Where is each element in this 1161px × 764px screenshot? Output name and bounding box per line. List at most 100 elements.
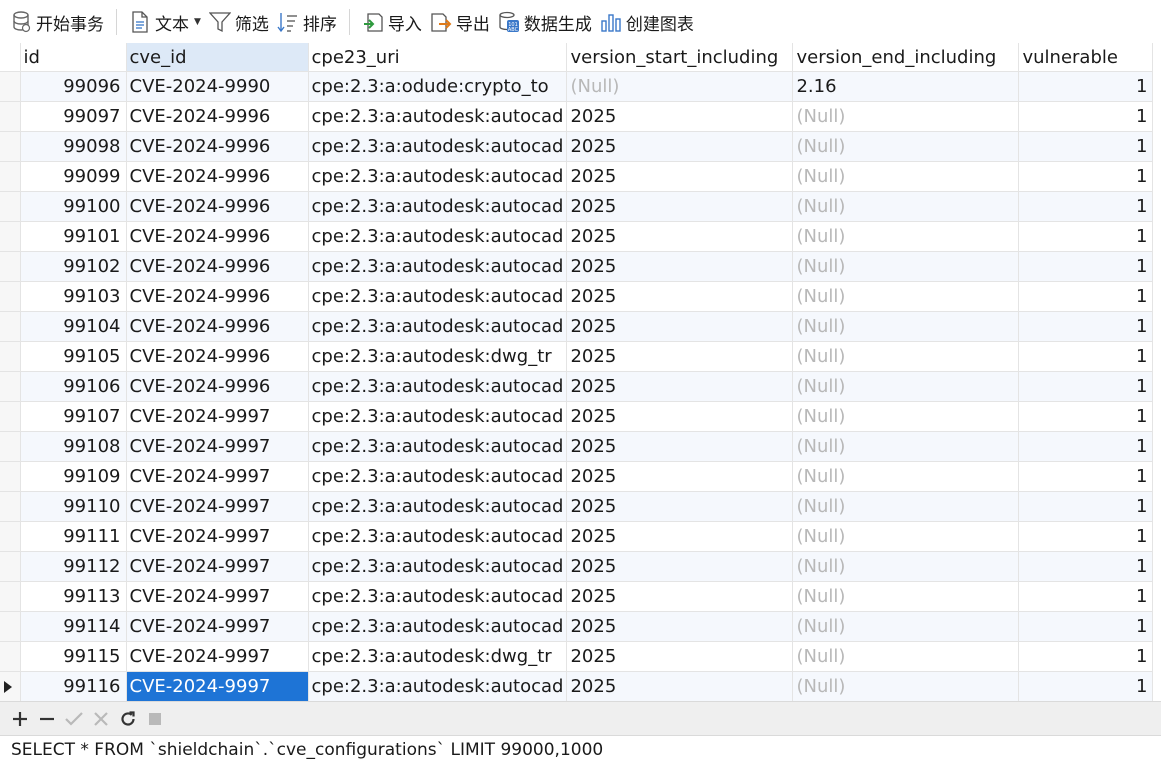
cell-version-end-including[interactable]: (Null) bbox=[792, 611, 1020, 642]
cell-cve-id[interactable]: CVE-2024-9996 bbox=[126, 191, 309, 222]
cell-cve-id[interactable]: CVE-2024-9996 bbox=[126, 341, 309, 372]
sort-button[interactable]: 排序 bbox=[273, 0, 341, 44]
cell-version-start-including[interactable]: 2025 bbox=[566, 551, 794, 582]
cell-version-end-including[interactable]: (Null) bbox=[792, 281, 1020, 312]
table-row[interactable]: 99103 CVE-2024-9996 cpe:2.3:a:autodesk:aut… bbox=[0, 281, 1154, 312]
cell-id[interactable]: 99109 bbox=[20, 461, 127, 492]
cell-cpe23-uri[interactable]: cpe:2.3:a:autodesk:autocad bbox=[308, 671, 568, 701]
row-marker[interactable] bbox=[0, 191, 21, 222]
cell-version-end-including[interactable]: (Null) bbox=[792, 641, 1020, 672]
cell-id[interactable]: 99100 bbox=[20, 191, 127, 222]
cell-cve-id[interactable]: CVE-2024-9996 bbox=[126, 371, 309, 402]
table-row[interactable]: 99115 CVE-2024-9997 cpe:2.3:a:autodesk:dwg… bbox=[0, 641, 1154, 672]
discard-changes-icon[interactable] bbox=[87, 704, 114, 734]
cell-version-end-including[interactable]: (Null) bbox=[792, 371, 1020, 402]
row-marker[interactable] bbox=[0, 671, 21, 701]
cell-version-end-including[interactable]: (Null) bbox=[792, 311, 1020, 342]
cell-cve-id[interactable]: CVE-2024-9996 bbox=[126, 311, 309, 342]
cell-version-end-including[interactable]: (Null) bbox=[792, 101, 1020, 132]
cell-cpe23-uri[interactable]: cpe:2.3:a:odude:crypto_to bbox=[308, 71, 568, 102]
cell-cpe23-uri[interactable]: cpe:2.3:a:autodesk:autocad bbox=[308, 101, 568, 132]
cell-id[interactable]: 99110 bbox=[20, 491, 127, 522]
row-marker[interactable] bbox=[0, 431, 21, 462]
table-row[interactable]: 99111 CVE-2024-9997 cpe:2.3:a:autodesk:aut… bbox=[0, 521, 1154, 552]
cell-vulnerable[interactable]: 1 bbox=[1018, 161, 1154, 192]
cell-cpe23-uri[interactable]: cpe:2.3:a:autodesk:autocad bbox=[308, 221, 568, 252]
cell-cve-id[interactable]: CVE-2024-9997 bbox=[126, 461, 309, 492]
row-marker[interactable] bbox=[0, 581, 21, 612]
cell-cpe23-uri[interactable]: cpe:2.3:a:autodesk:autocad bbox=[308, 611, 568, 642]
row-marker[interactable] bbox=[0, 461, 21, 492]
cell-version-start-including[interactable]: 2025 bbox=[566, 461, 794, 492]
cell-id[interactable]: 99097 bbox=[20, 101, 127, 132]
cell-cpe23-uri[interactable]: cpe:2.3:a:autodesk:autocad bbox=[308, 581, 568, 612]
table-row[interactable]: 99105 CVE-2024-9996 cpe:2.3:a:autodesk:dwg… bbox=[0, 341, 1154, 372]
cell-version-end-including[interactable]: (Null) bbox=[792, 521, 1020, 552]
table-row[interactable]: 99116 CVE-2024-9997 cpe:2.3:a:autodesk:aut… bbox=[0, 671, 1154, 701]
cell-version-start-including[interactable]: 2025 bbox=[566, 101, 794, 132]
table-row[interactable]: 99109 CVE-2024-9997 cpe:2.3:a:autodesk:aut… bbox=[0, 461, 1154, 492]
filter-button[interactable]: 筛选 bbox=[205, 0, 273, 44]
row-marker[interactable] bbox=[0, 251, 21, 282]
cell-cve-id[interactable]: CVE-2024-9997 bbox=[126, 491, 309, 522]
row-marker[interactable] bbox=[0, 101, 21, 132]
cell-version-end-including[interactable]: (Null) bbox=[792, 161, 1020, 192]
cell-version-start-including[interactable]: (Null) bbox=[566, 71, 794, 102]
cell-vulnerable[interactable]: 1 bbox=[1018, 521, 1154, 552]
table-row[interactable]: 99097 CVE-2024-9996 cpe:2.3:a:autodesk:aut… bbox=[0, 101, 1154, 132]
cell-vulnerable[interactable]: 1 bbox=[1018, 281, 1154, 312]
column-header-vulnerable[interactable]: vulnerable bbox=[1018, 43, 1154, 72]
row-marker[interactable] bbox=[0, 161, 21, 192]
cell-cve-id[interactable]: CVE-2024-9997 bbox=[126, 641, 309, 672]
cell-cve-id[interactable]: CVE-2024-9996 bbox=[126, 101, 309, 132]
table-row[interactable]: 99096 CVE-2024-9990 cpe:2.3:a:odude:crypto… bbox=[0, 71, 1154, 102]
apply-changes-icon[interactable] bbox=[60, 704, 87, 734]
cell-version-start-including[interactable]: 2025 bbox=[566, 281, 794, 312]
cell-cve-id[interactable]: CVE-2024-9996 bbox=[126, 251, 309, 282]
row-marker[interactable] bbox=[0, 611, 21, 642]
cell-cpe23-uri[interactable]: cpe:2.3:a:autodesk:autocad bbox=[308, 521, 568, 552]
export-button[interactable]: 导出 bbox=[426, 0, 494, 44]
cell-version-start-including[interactable]: 2025 bbox=[566, 311, 794, 342]
cell-version-end-including[interactable]: (Null) bbox=[792, 551, 1020, 582]
cell-id[interactable]: 99112 bbox=[20, 551, 127, 582]
cell-version-start-including[interactable]: 2025 bbox=[566, 641, 794, 672]
table-row[interactable]: 99106 CVE-2024-9996 cpe:2.3:a:autodesk:aut… bbox=[0, 371, 1154, 402]
cell-version-end-including[interactable]: (Null) bbox=[792, 401, 1020, 432]
cell-version-end-including[interactable]: (Null) bbox=[792, 431, 1020, 462]
cell-cpe23-uri[interactable]: cpe:2.3:a:autodesk:autocad bbox=[308, 161, 568, 192]
cell-cve-id[interactable]: CVE-2024-9996 bbox=[126, 221, 309, 252]
cell-id[interactable]: 99113 bbox=[20, 581, 127, 612]
cell-vulnerable[interactable]: 1 bbox=[1018, 401, 1154, 432]
cell-vulnerable[interactable]: 1 bbox=[1018, 251, 1154, 282]
cell-id[interactable]: 99103 bbox=[20, 281, 127, 312]
cell-cve-id[interactable]: CVE-2024-9996 bbox=[126, 281, 309, 312]
cell-id[interactable]: 99115 bbox=[20, 641, 127, 672]
cell-cpe23-uri[interactable]: cpe:2.3:a:autodesk:autocad bbox=[308, 371, 568, 402]
cell-version-end-including[interactable]: (Null) bbox=[792, 341, 1020, 372]
cell-version-start-including[interactable]: 2025 bbox=[566, 491, 794, 522]
cell-id[interactable]: 99106 bbox=[20, 371, 127, 402]
cell-cve-id[interactable]: CVE-2024-9997 bbox=[126, 551, 309, 582]
cell-version-end-including[interactable]: (Null) bbox=[792, 131, 1020, 162]
cell-version-start-including[interactable]: 2025 bbox=[566, 161, 794, 192]
cell-cve-id[interactable]: CVE-2024-9997 bbox=[126, 581, 309, 612]
cell-cve-id[interactable]: CVE-2024-9997 bbox=[126, 401, 309, 432]
cell-version-start-including[interactable]: 2025 bbox=[566, 581, 794, 612]
cell-cve-id[interactable]: CVE-2024-9996 bbox=[126, 131, 309, 162]
table-row[interactable]: 99098 CVE-2024-9996 cpe:2.3:a:autodesk:aut… bbox=[0, 131, 1154, 162]
cell-cpe23-uri[interactable]: cpe:2.3:a:autodesk:autocad bbox=[308, 251, 568, 282]
cell-id[interactable]: 99105 bbox=[20, 341, 127, 372]
cell-vulnerable[interactable]: 1 bbox=[1018, 71, 1154, 102]
row-marker[interactable] bbox=[0, 521, 21, 552]
cell-version-end-including[interactable]: (Null) bbox=[792, 221, 1020, 252]
add-record-icon[interactable] bbox=[6, 704, 33, 734]
begin-transaction-button[interactable]: 开始事务 bbox=[0, 0, 108, 44]
column-header-version-start-including[interactable]: version_start_including bbox=[566, 43, 794, 72]
cell-cpe23-uri[interactable]: cpe:2.3:a:autodesk:autocad bbox=[308, 401, 568, 432]
create-chart-button[interactable]: 创建图表 bbox=[596, 0, 698, 44]
cell-version-start-including[interactable]: 2025 bbox=[566, 371, 794, 402]
cell-version-end-including[interactable]: (Null) bbox=[792, 251, 1020, 282]
cell-id[interactable]: 99111 bbox=[20, 521, 127, 552]
cell-cpe23-uri[interactable]: cpe:2.3:a:autodesk:autocad bbox=[308, 131, 568, 162]
